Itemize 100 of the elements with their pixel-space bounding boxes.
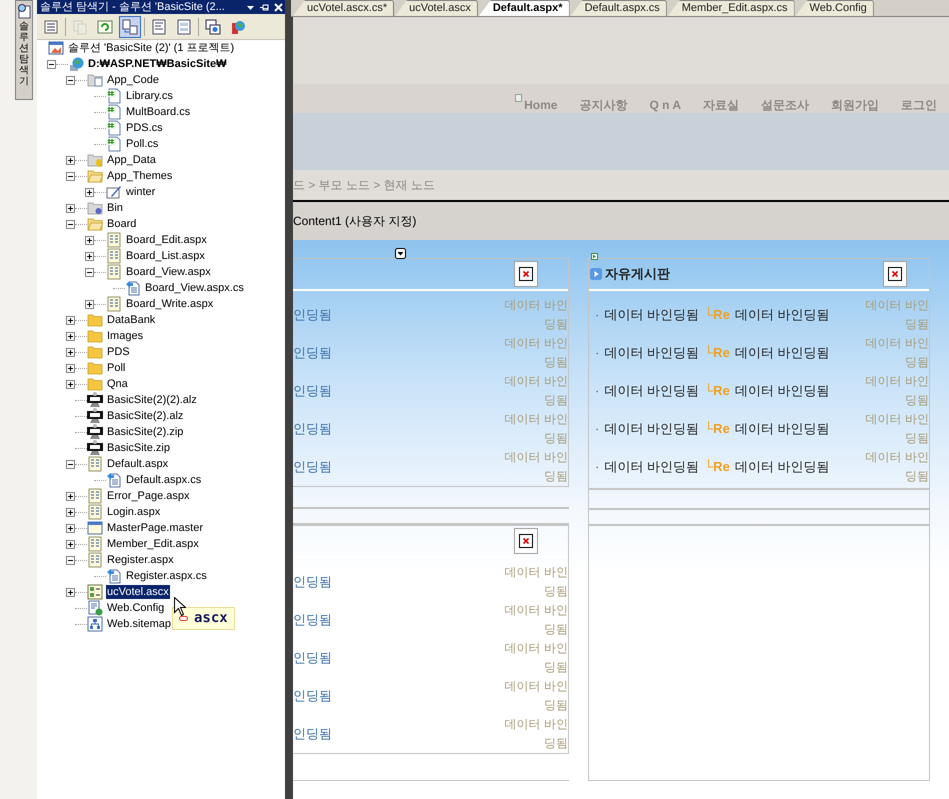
post-title[interactable]: 데이터 바인딩됨 — [604, 457, 699, 477]
reply-title[interactable]: 데이터 바인딩됨 — [734, 419, 830, 439]
close-button[interactable] — [514, 261, 538, 287]
document-tab[interactable]: Default.aspx* — [478, 0, 570, 16]
post-title[interactable]: 인딩됨 — [293, 724, 332, 744]
post-title[interactable]: 인딩됨 — [293, 381, 332, 401]
tree-item[interactable]: ucVotel.ascx — [106, 585, 170, 599]
collapse-icon[interactable] — [66, 556, 75, 564]
close-button[interactable] — [514, 528, 538, 554]
date-text: 데이터 바인딩됨 — [504, 716, 568, 752]
post-title[interactable]: 데이터 바인딩됨 — [604, 305, 699, 325]
tree-item[interactable]: Login.aspx — [106, 505, 162, 519]
tree-item[interactable]: 솔루션 'BasicSite (2)' (1 프로젝트) — [67, 41, 236, 55]
document-tab[interactable]: Web.Config — [796, 0, 874, 16]
collapse-icon[interactable] — [66, 172, 75, 180]
panel-title: 자유게시판 — [605, 265, 670, 284]
tree-item[interactable]: BasicSite.zip — [106, 441, 171, 455]
tree-item[interactable]: Bin — [106, 201, 124, 215]
post-title[interactable]: 인딩됨 — [293, 457, 332, 477]
expand-icon[interactable] — [66, 524, 75, 532]
tree-item[interactable]: App_Themes — [106, 169, 174, 183]
reply-title[interactable]: 데이터 바인딩됨 — [734, 305, 830, 325]
expand-icon[interactable] — [66, 588, 75, 596]
expand-icon[interactable] — [66, 540, 75, 548]
tree-item[interactable]: PDS — [106, 345, 131, 359]
expand-icon[interactable] — [66, 348, 75, 356]
post-title[interactable]: 인딩됨 — [293, 572, 332, 592]
collapse-icon[interactable] — [47, 60, 56, 68]
document-tab[interactable]: Default.aspx.cs — [570, 0, 667, 16]
tree-item[interactable]: Error_Page.aspx — [106, 489, 191, 503]
dropdown-icon[interactable] — [395, 248, 406, 259]
tree-item[interactable]: MasterPage.master — [106, 521, 204, 535]
expand-icon[interactable] — [85, 236, 94, 244]
expand-icon[interactable] — [66, 204, 75, 212]
tree-item[interactable]: MultBoard.cs — [125, 105, 192, 119]
reply-title[interactable]: 데이터 바인딩됨 — [734, 457, 830, 477]
page-icon — [106, 232, 122, 248]
reply-title[interactable]: 데이터 바인딩됨 — [734, 381, 830, 401]
tree-item[interactable]: Default.aspx — [106, 457, 170, 471]
post-title[interactable]: 인딩됨 — [293, 686, 332, 706]
tree-item[interactable]: Default.aspx.cs — [125, 473, 202, 487]
tree-item[interactable]: Board_List.aspx — [125, 249, 206, 263]
expand-icon[interactable] — [66, 332, 75, 340]
post-title[interactable]: 데이터 바인딩됨 — [604, 381, 699, 401]
control-icon — [87, 584, 103, 600]
tree-item[interactable]: Board_Write.aspx — [125, 297, 214, 311]
expand-icon[interactable] — [66, 380, 75, 388]
tree-item[interactable]: Web.sitemap — [106, 617, 172, 631]
side-tab[interactable]: 솔루션 탐색기 — [15, 0, 33, 100]
post-title[interactable]: 인딩됨 — [293, 419, 332, 439]
expand-icon[interactable] — [85, 188, 94, 196]
document-tab[interactable]: ucVotel.ascx — [395, 0, 478, 16]
expand-icon[interactable] — [66, 508, 75, 516]
post-title[interactable]: 데이터 바인딩됨 — [604, 419, 699, 439]
close-button[interactable] — [883, 261, 907, 287]
tree-item[interactable]: Poll — [106, 361, 126, 375]
collapse-icon[interactable] — [66, 460, 75, 468]
expand-icon[interactable] — [85, 300, 94, 308]
tree-item[interactable]: Board_View.aspx.cs — [144, 281, 245, 295]
minus-icon — [179, 616, 188, 621]
post-title[interactable]: 인딩됨 — [293, 648, 332, 668]
pin-icon[interactable] — [259, 2, 270, 12]
collapse-icon[interactable] — [66, 76, 75, 84]
toolbar-button[interactable] — [119, 16, 141, 38]
tree-item[interactable]: Images — [106, 329, 144, 343]
collapse-icon[interactable] — [85, 268, 94, 276]
tree-item[interactable]: Register.aspx — [106, 553, 175, 567]
expand-icon[interactable] — [66, 364, 75, 372]
tree-item[interactable]: BasicSite(2)(2).alz — [106, 393, 198, 407]
tree-item[interactable]: Member_Edit.aspx — [106, 537, 200, 551]
expand-icon[interactable] — [66, 156, 75, 164]
tree-item[interactable]: Web.Config — [106, 601, 166, 615]
tree-item[interactable]: Library.cs — [125, 89, 174, 103]
tree-item[interactable]: Board_Edit.aspx — [125, 233, 208, 247]
post-title[interactable]: 인딩됨 — [293, 343, 332, 363]
expand-icon[interactable] — [66, 316, 75, 324]
tree-item[interactable]: Board_View.aspx — [125, 265, 212, 279]
collapse-icon[interactable] — [66, 220, 75, 228]
post-title[interactable]: 인딩됨 — [293, 610, 332, 630]
tree-item[interactable]: DataBank — [106, 313, 156, 327]
tree-item[interactable]: BasicSite(2).zip — [106, 425, 184, 439]
document-tab[interactable]: ucVotel.ascx.cs* — [293, 0, 394, 16]
tree-item[interactable]: BasicSite(2).alz — [106, 409, 184, 423]
expand-icon[interactable] — [66, 492, 75, 500]
tree-item[interactable]: D:₩ASP.NET₩BasicSite₩ — [87, 57, 228, 71]
reply-title[interactable]: 데이터 바인딩됨 — [734, 343, 830, 363]
code-file-icon — [106, 88, 122, 104]
tree-item[interactable]: Poll.cs — [125, 137, 160, 151]
tree-item[interactable]: Register.aspx.cs — [125, 569, 208, 583]
expand-icon[interactable] — [85, 252, 94, 260]
tree-item[interactable]: winter — [125, 185, 156, 199]
tree-item[interactable]: Board — [106, 217, 138, 231]
document-tab[interactable]: Member_Edit.aspx.cs — [668, 0, 795, 16]
tree-item[interactable]: App_Data — [106, 153, 157, 167]
tree-item[interactable]: PDS.cs — [125, 121, 164, 135]
post-title[interactable]: 데이터 바인딩됨 — [604, 343, 699, 363]
tree-item[interactable]: Qna — [106, 377, 129, 391]
tree-item[interactable]: App_Code — [106, 73, 160, 87]
reply-mark: └Re — [704, 344, 730, 362]
close-icon[interactable] — [274, 2, 283, 12]
